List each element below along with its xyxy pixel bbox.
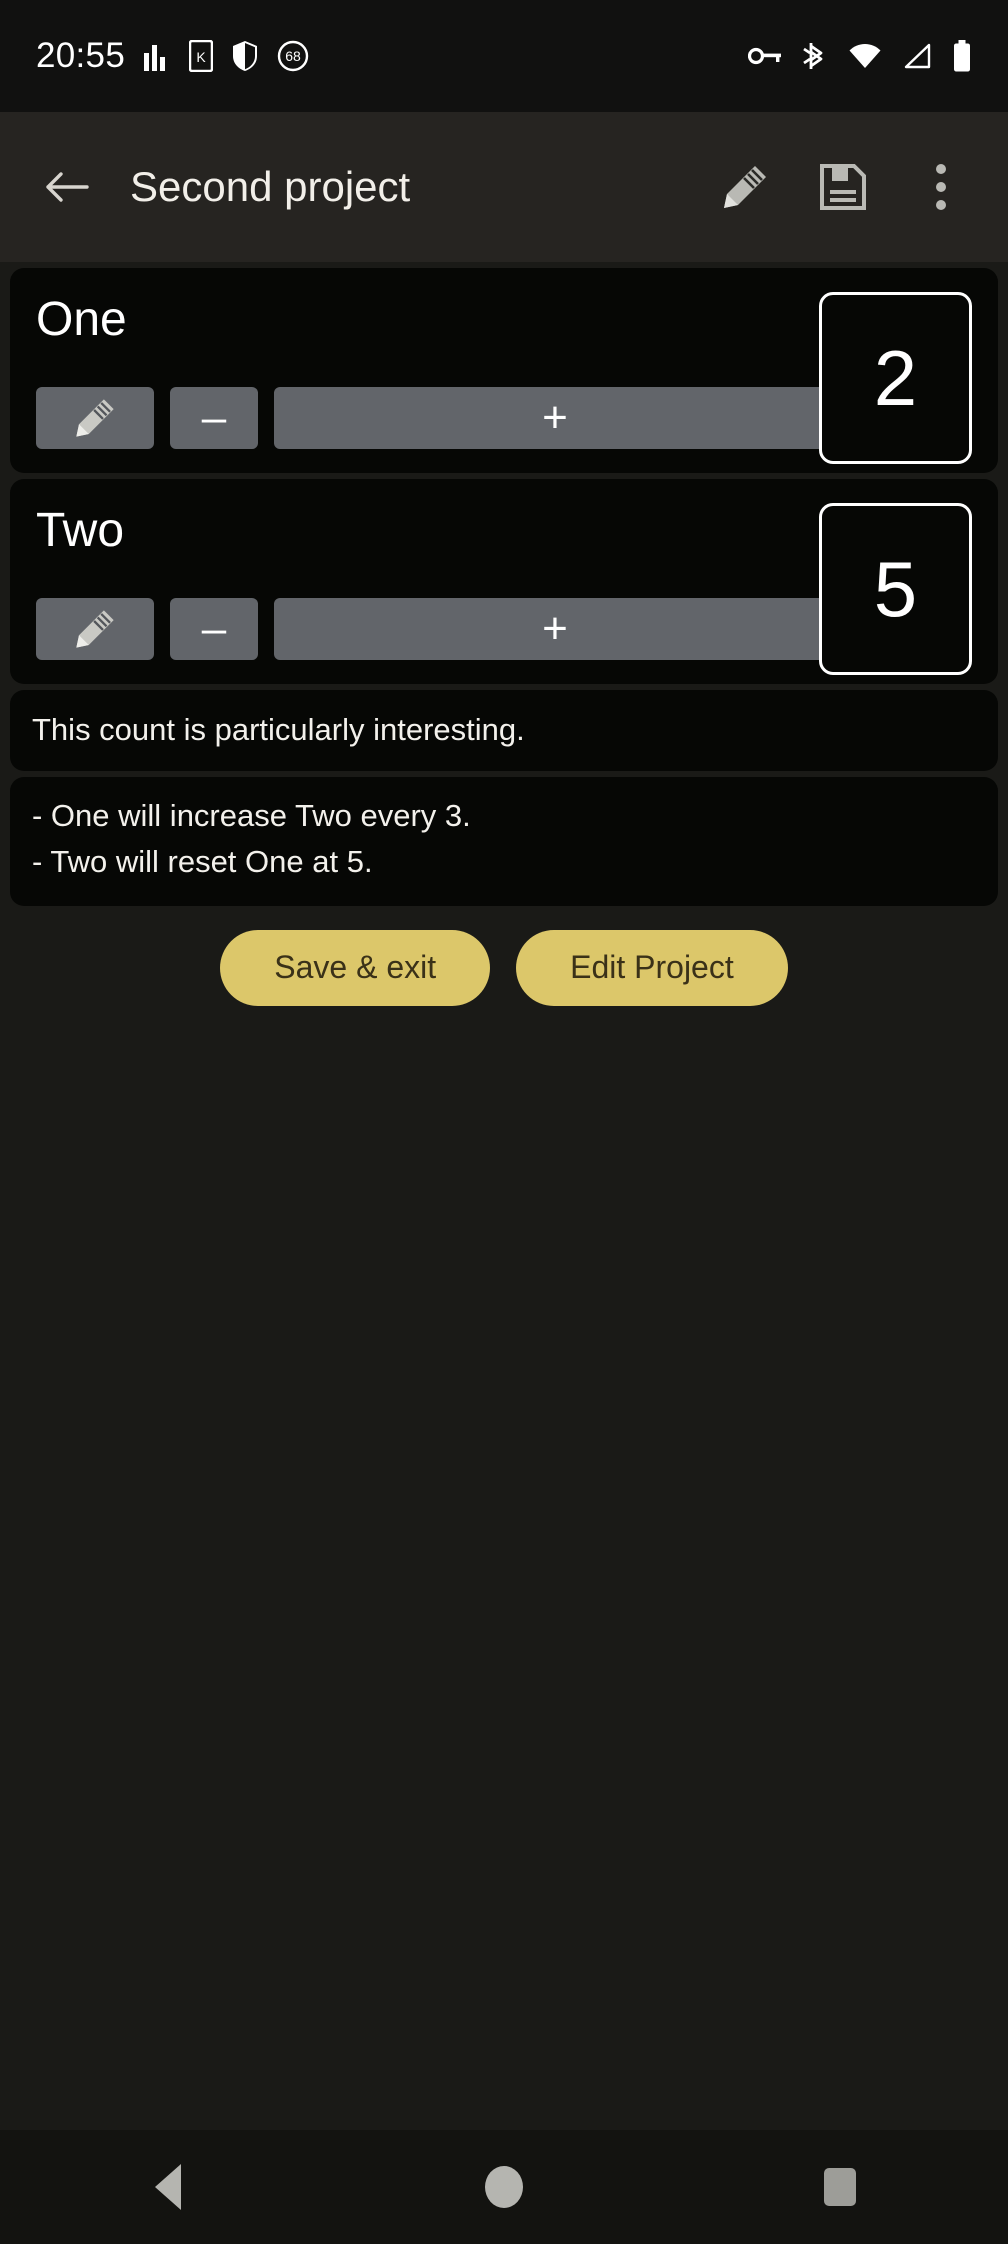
project-rule-line: - One will increase Two every 3. — [32, 797, 471, 833]
counter-edit-button[interactable] — [36, 387, 154, 449]
shield-icon — [231, 40, 259, 72]
overflow-menu-icon — [936, 164, 946, 210]
bluetooth-icon — [802, 40, 828, 72]
vpn-key-icon — [748, 45, 782, 67]
sim-k-icon: K — [189, 40, 214, 72]
counter-button-row: – + — [36, 387, 836, 449]
project-rule-line: - Two will reset One at 5. — [32, 844, 373, 880]
counter-increment-label: + — [542, 604, 568, 653]
counter-increment-label: + — [542, 393, 568, 442]
nav-recents-button[interactable] — [770, 2130, 910, 2244]
wifi-icon — [848, 43, 882, 69]
phone-screen: 20:55 K 68 Second project One – + 2 Two … — [0, 0, 1008, 2244]
save-and-exit-button[interactable]: Save & exit — [220, 929, 491, 1006]
svg-text:K: K — [196, 49, 206, 65]
system-navigation-bar — [0, 2130, 1008, 2244]
nav-back-icon — [155, 2164, 181, 2210]
edit-project-button[interactable]: Edit Project — [516, 929, 788, 1006]
action-button-row: Save & exit Edit Project — [0, 929, 1008, 1006]
more-options-button[interactable] — [904, 150, 978, 224]
save-button[interactable] — [806, 150, 880, 224]
back-button[interactable] — [30, 151, 102, 223]
app-bar: Second project — [0, 112, 1008, 262]
counter-card: One – + 2 — [10, 268, 998, 473]
page-title: Second project — [130, 163, 411, 210]
counter-value-box[interactable]: 5 — [819, 503, 972, 675]
signal-bars-icon — [143, 41, 171, 71]
nav-recents-icon — [824, 2168, 856, 2206]
counter-value: 5 — [873, 545, 918, 633]
status-bar-left: 20:55 K 68 — [36, 36, 309, 76]
status-bar-right — [748, 40, 972, 72]
edit-mode-button[interactable] — [708, 150, 782, 224]
counter-card: Two – + 5 — [10, 479, 998, 684]
project-comment-text: This count is particularly interesting. — [32, 712, 525, 747]
battery-icon — [952, 40, 972, 72]
status-bar: 20:55 K 68 — [0, 0, 1008, 112]
status-clock: 20:55 — [36, 36, 126, 75]
nav-back-button[interactable] — [98, 2130, 238, 2244]
counter-increment-button[interactable]: + — [274, 387, 836, 449]
counter-decrement-label: – — [201, 393, 227, 442]
counter-decrement-button[interactable]: – — [170, 387, 258, 449]
project-comment-card: This count is particularly interesting. — [10, 690, 998, 771]
counter-value: 2 — [873, 334, 918, 422]
floppy-save-icon — [820, 164, 866, 210]
arrow-left-icon — [46, 172, 89, 202]
main-content: One – + 2 Two – + 5 This count is partic… — [0, 262, 1008, 2130]
project-rules-card: - One will increase Two every 3. - Two w… — [10, 776, 998, 906]
counter-button-row: – + — [36, 598, 836, 660]
counter-decrement-label: – — [201, 604, 227, 653]
counter-name: One — [36, 293, 127, 344]
counter-decrement-button[interactable]: – — [170, 598, 258, 660]
counter-name: Two — [36, 504, 125, 555]
app-bar-actions — [708, 150, 978, 224]
nav-home-icon — [485, 2166, 523, 2208]
pencil-icon — [76, 399, 114, 437]
counter-edit-button[interactable] — [36, 598, 154, 660]
pencil-icon — [724, 166, 766, 208]
svg-text:68: 68 — [285, 48, 301, 64]
pencil-icon — [76, 610, 114, 648]
nav-home-button[interactable] — [434, 2130, 574, 2244]
counter-value-box[interactable]: 2 — [819, 292, 972, 464]
battery-saver-68-icon: 68 — [277, 40, 309, 72]
cell-signal-icon — [902, 43, 932, 69]
counter-increment-button[interactable]: + — [274, 598, 836, 660]
